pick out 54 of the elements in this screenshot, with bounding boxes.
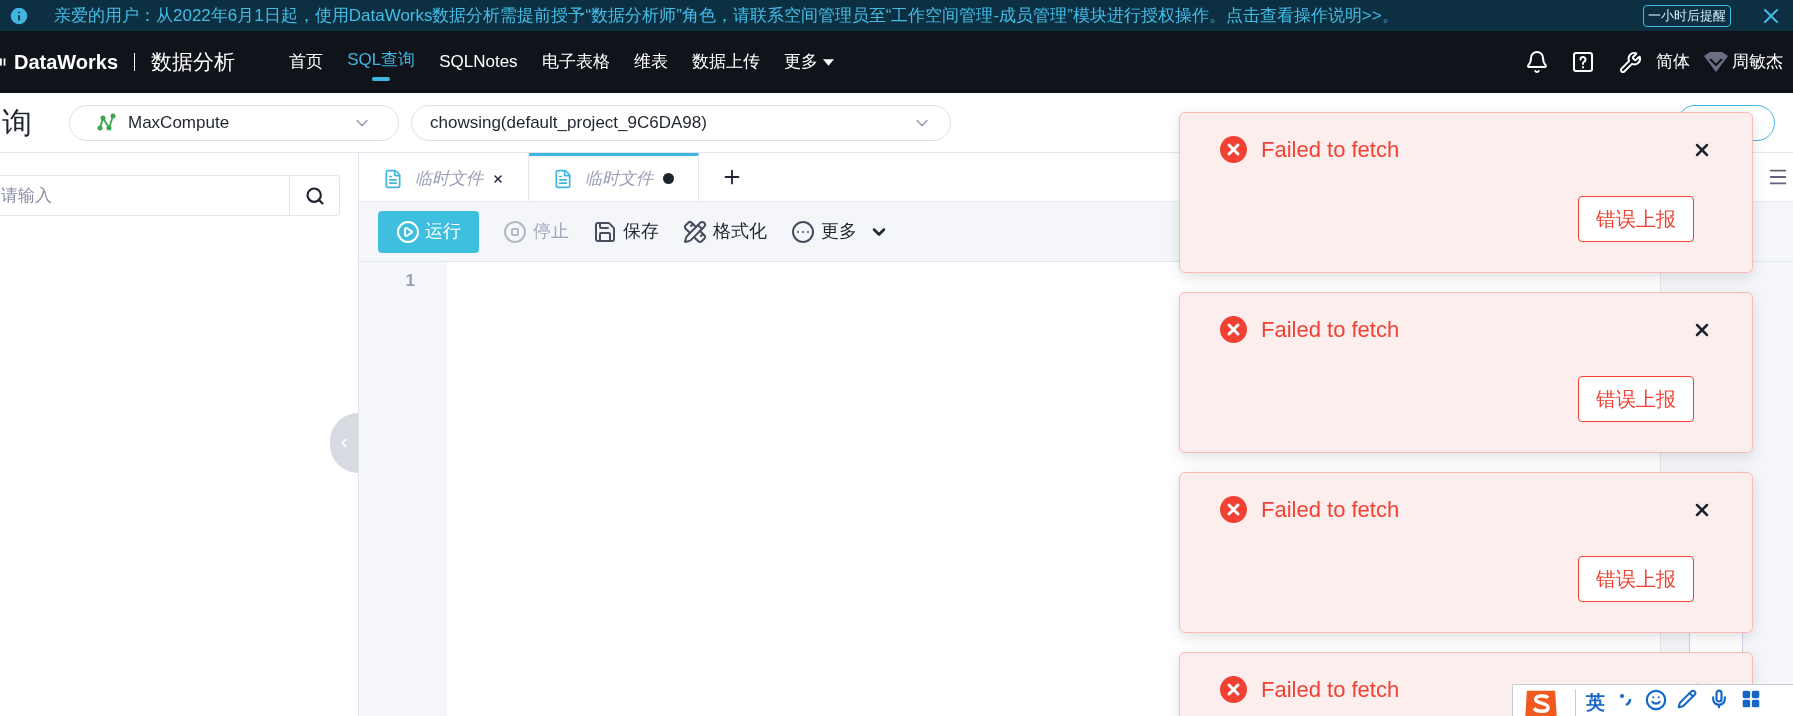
nav-tab[interactable]: 首页 xyxy=(289,31,324,93)
more-button[interactable]: 更多 xyxy=(791,218,889,245)
search-button[interactable] xyxy=(290,175,340,216)
smile-icon[interactable] xyxy=(1645,689,1667,711)
nav-tab[interactable]: 维表 xyxy=(633,31,668,93)
report-error-button[interactable]: 错误上报 xyxy=(1578,556,1694,602)
file-icon xyxy=(553,168,573,189)
nav-tab[interactable]: SQL查询 xyxy=(347,31,416,93)
line-number: 1 xyxy=(404,270,415,292)
nav-tab[interactable]: SQLNotes xyxy=(439,31,518,93)
bell-icon[interactable] xyxy=(1525,50,1549,74)
error-message: Failed to fetch xyxy=(1261,136,1400,164)
error-icon xyxy=(1220,136,1247,163)
user-name[interactable]: 周敏杰 xyxy=(1732,49,1783,75)
error-message: Failed to fetch xyxy=(1261,496,1400,524)
report-error-button[interactable]: 错误上报 xyxy=(1578,196,1694,242)
error-icon xyxy=(1220,316,1247,343)
remind-later-button[interactable]: 一小时后提醒 xyxy=(1643,4,1731,27)
notice-text[interactable]: 亲爱的用户：从2022年6月1日起，使用DataWorks数据分析需提前授予“数据分析师”角色，请联系空间管理员至“工作空间管理-成员管理”模块进行授权操作。点击查看操作说明>>。 xyxy=(54,2,1399,29)
error-icon xyxy=(1220,676,1247,703)
report-error-button[interactable]: 错误上报 xyxy=(1578,376,1694,422)
node-graph-icon xyxy=(96,112,116,133)
page-title: 询 xyxy=(2,105,32,141)
info-icon xyxy=(8,4,30,27)
diamond-avatar-icon xyxy=(1704,52,1728,72)
close-icon[interactable] xyxy=(492,172,504,185)
nav-tab[interactable]: 电子表格 xyxy=(541,31,610,93)
error-icon xyxy=(1220,496,1247,523)
error-message: Failed to fetch xyxy=(1261,676,1400,704)
search-field[interactable]: 请输入 xyxy=(0,175,290,216)
stop-icon xyxy=(503,219,527,244)
format-button[interactable]: 格式化 xyxy=(683,218,767,245)
play-icon xyxy=(396,219,420,244)
logo-text[interactable]: DataWorks xyxy=(14,47,119,77)
nav-tab[interactable]: 数据上传 xyxy=(691,31,760,93)
save-button[interactable]: 保存 xyxy=(593,218,659,245)
file-icon xyxy=(383,168,403,189)
search-icon xyxy=(304,185,325,206)
pencil-ruler-icon xyxy=(683,219,707,244)
ime-mode[interactable]: 英 xyxy=(1586,689,1605,716)
help-icon[interactable] xyxy=(1571,50,1595,74)
language-link[interactable]: 简体 xyxy=(1656,49,1690,75)
wrench-icon[interactable] xyxy=(1619,50,1642,74)
grid-icon[interactable] xyxy=(1741,689,1761,709)
nav-tab[interactable]: 更多 xyxy=(783,31,834,93)
caret-icon xyxy=(822,58,834,66)
collapse-handle[interactable] xyxy=(330,413,358,473)
product-name: 数据分析 xyxy=(151,49,236,76)
pencil-icon[interactable] xyxy=(1677,689,1697,709)
error-message: Failed to fetch xyxy=(1261,316,1400,344)
punctuation-icon[interactable] xyxy=(1619,693,1633,707)
ellipsis-icon xyxy=(791,219,815,244)
save-icon xyxy=(593,219,617,244)
mic-icon[interactable] xyxy=(1709,689,1729,709)
